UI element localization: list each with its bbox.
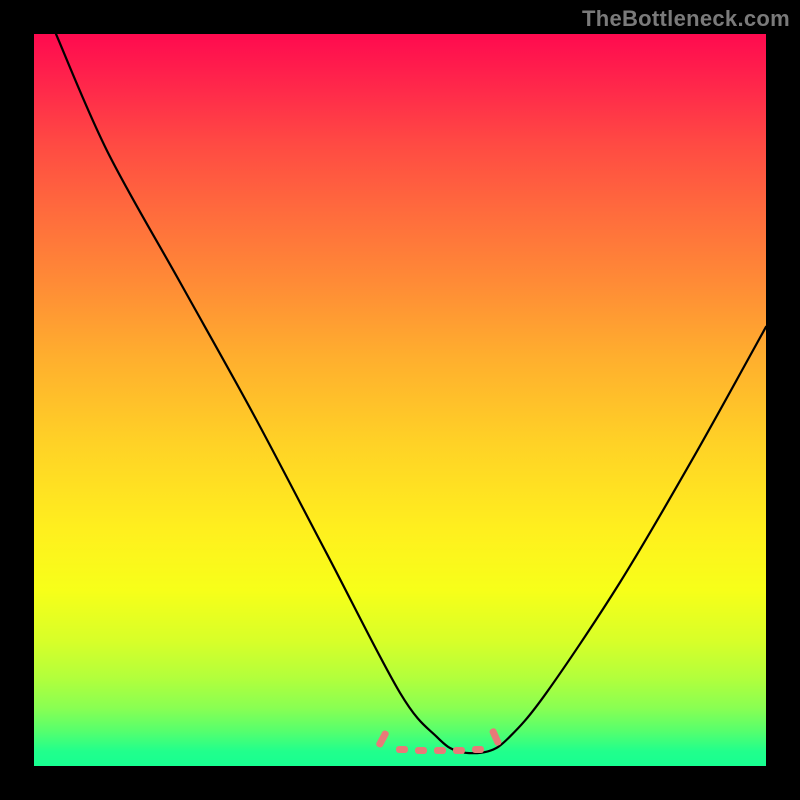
trough-dash — [396, 746, 408, 753]
trough-dash — [434, 747, 446, 754]
bottleneck-curve — [34, 34, 766, 766]
chart-canvas: TheBottleneck.com — [0, 0, 800, 800]
watermark-text: TheBottleneck.com — [582, 6, 790, 32]
trough-dash — [415, 747, 427, 754]
trough-dash — [453, 747, 465, 754]
trough-dash — [472, 746, 484, 753]
plot-area — [34, 34, 766, 766]
